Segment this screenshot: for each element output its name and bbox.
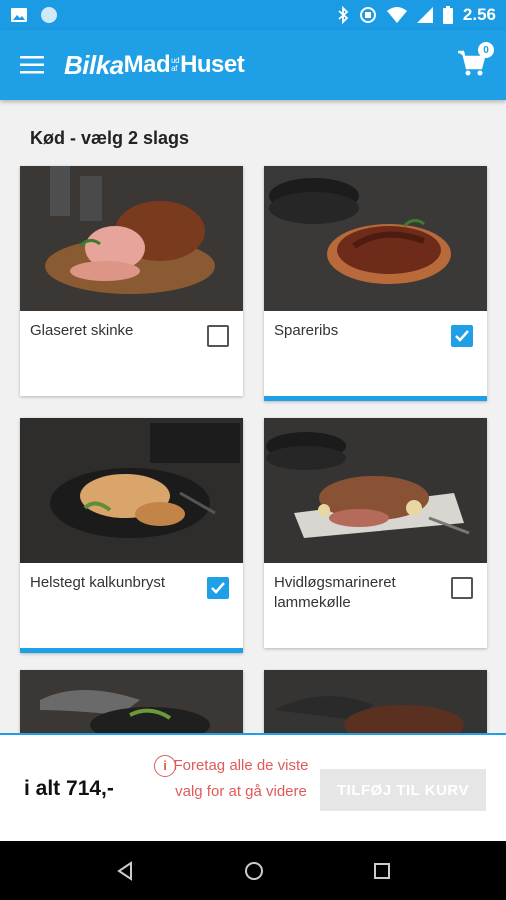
checkout-bar: i alt 714,- i Foretag alle de viste valg… xyxy=(0,733,506,841)
system-nav-bar xyxy=(0,841,506,900)
product-image-glaseret-skinke xyxy=(20,166,243,311)
info-icon: i xyxy=(154,755,176,777)
wifi-icon xyxy=(386,7,407,23)
product-name: Glaseret skinke xyxy=(30,322,134,339)
logo-huset: Huset xyxy=(180,51,245,78)
home-icon[interactable] xyxy=(243,860,265,882)
menu-button[interactable] xyxy=(0,30,64,100)
app-bar: Bilka Mad ud af Huset 0 xyxy=(0,30,506,100)
battery-icon xyxy=(442,6,453,24)
product-card-helstegt-kalkunbryst[interactable]: Helstegt kalkunbryst xyxy=(20,418,243,653)
product-name: Helstegt kalkunbryst xyxy=(30,574,166,591)
bilka-madhuset-logo: Bilka Mad ud af Huset xyxy=(64,49,245,81)
product-card-body: Spareribs xyxy=(264,311,487,396)
hamburger-menu-icon xyxy=(20,56,44,74)
logo-af: ud af xyxy=(171,57,179,73)
product-card-body: Glaseret skinke xyxy=(20,311,243,396)
product-card-hvidlogsmarineret-lammekolle[interactable]: Hvidløgsmarineret lammekølle xyxy=(264,418,487,648)
product-checkbox[interactable] xyxy=(451,577,473,599)
checkmark-icon xyxy=(455,330,469,342)
data-saver-icon xyxy=(359,7,376,23)
warning-text: Foretag alle de viste valg for at gå vid… xyxy=(173,757,309,800)
product-card-glaseret-skinke[interactable]: Glaseret skinke xyxy=(20,166,243,396)
product-image-partial-left xyxy=(20,670,243,733)
product-card-body: Helstegt kalkunbryst xyxy=(20,563,243,648)
logo-af-bottom: af xyxy=(171,64,177,73)
logo-mad: Mad xyxy=(123,51,171,78)
logo-bilka: Bilka xyxy=(64,49,124,80)
add-to-cart-button[interactable]: TILFØJ TIL KURV xyxy=(320,769,486,811)
product-name: Hvidløgsmarineret lammekølle xyxy=(274,574,396,611)
cart-count-badge: 0 xyxy=(478,42,494,58)
product-checkbox[interactable] xyxy=(207,325,229,347)
total-price: i alt 714,- xyxy=(24,777,114,800)
status-bar: 2.56 xyxy=(0,0,506,30)
product-image-helstegt-kalkunbryst xyxy=(20,418,243,563)
cart-button[interactable]: 0 xyxy=(456,42,494,82)
product-image-partial-right xyxy=(264,670,487,733)
product-name: Spareribs xyxy=(274,322,339,339)
product-card-partial-right[interactable] xyxy=(264,670,487,733)
signal-icon xyxy=(416,7,433,23)
product-checkbox-checked[interactable] xyxy=(451,325,473,347)
recents-icon[interactable] xyxy=(372,861,392,881)
back-icon[interactable] xyxy=(114,860,136,882)
product-selection: Kød - vælg 2 slags Glaseret skinke Spare… xyxy=(0,100,506,733)
bluetooth-icon xyxy=(338,6,349,24)
product-checkbox-checked[interactable] xyxy=(207,577,229,599)
status-time: 2.56 xyxy=(462,5,496,24)
section-title: Kød - vælg 2 slags xyxy=(30,128,190,148)
product-image-hvidlogsmarineret-lammekolle xyxy=(264,418,487,563)
image-icon xyxy=(11,8,27,22)
checkmark-icon xyxy=(211,582,225,594)
selection-warning: i Foretag alle de viste valg for at gå v… xyxy=(154,753,314,805)
circle-notification-icon xyxy=(41,7,57,23)
product-card-partial-left[interactable] xyxy=(20,670,243,733)
product-card-spareribs[interactable]: Spareribs xyxy=(264,166,487,401)
product-card-body: Hvidløgsmarineret lammekølle xyxy=(264,563,487,648)
product-image-spareribs xyxy=(264,166,487,311)
